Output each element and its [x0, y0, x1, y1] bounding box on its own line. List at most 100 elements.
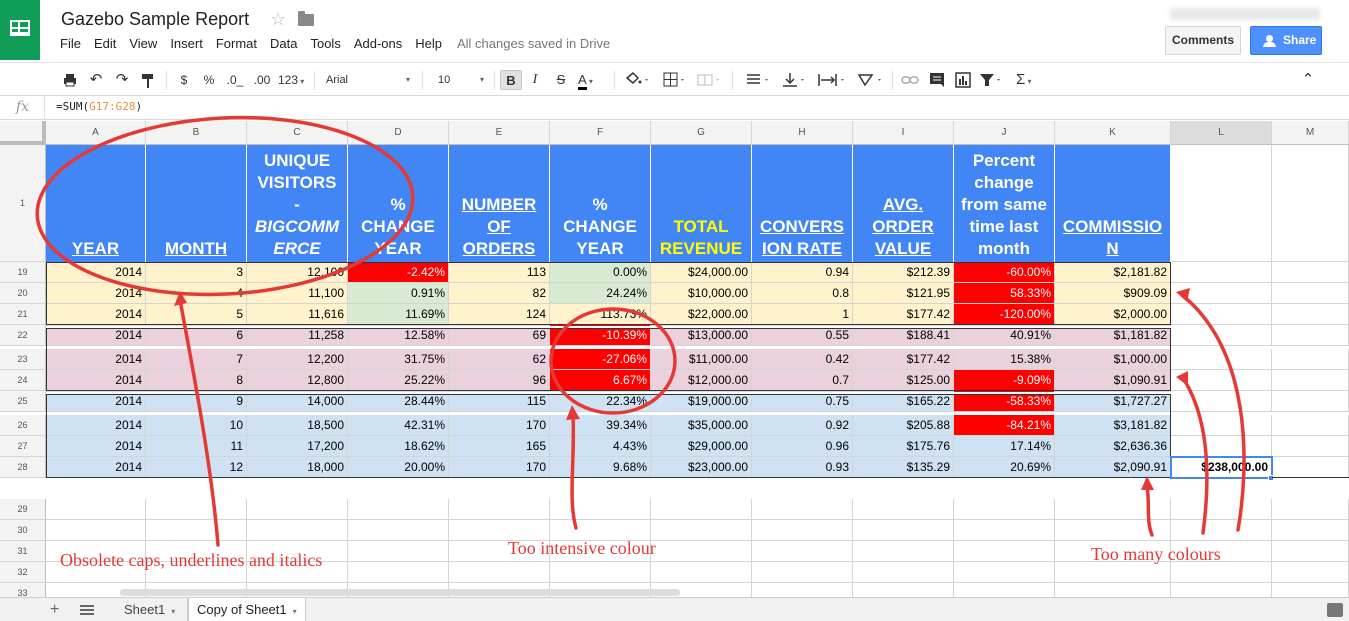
table-cell[interactable]: 2014	[46, 391, 146, 412]
table-cell[interactable]: $135.29	[853, 457, 954, 478]
sheet-tab-sheet1[interactable]: Sheet1 ▾	[116, 598, 188, 621]
header-cell-a[interactable]: YEAR	[46, 145, 146, 262]
table-cell[interactable]: -9.09%	[954, 370, 1055, 391]
borders-icon[interactable]	[662, 70, 688, 90]
row-header-27[interactable]: 27	[0, 436, 46, 457]
header-cell-b[interactable]: MONTH	[146, 145, 247, 262]
table-cell[interactable]: $188.41	[853, 325, 954, 346]
empty-cell[interactable]	[348, 541, 449, 562]
table-cell[interactable]: $1,000.00	[1055, 349, 1171, 370]
empty-cell[interactable]	[853, 520, 954, 541]
table-cell[interactable]: 22.34%	[550, 391, 651, 412]
table-cell[interactable]: 17.14%	[954, 436, 1055, 457]
column-header-i[interactable]: I	[853, 121, 954, 145]
table-cell[interactable]: 0.91%	[348, 283, 449, 304]
empty-cell[interactable]	[1171, 562, 1272, 583]
menu-addons[interactable]: Add-ons	[354, 36, 402, 54]
table-cell[interactable]: 0.42	[752, 349, 853, 370]
table-cell[interactable]: 82	[449, 283, 550, 304]
empty-cell[interactable]	[1272, 283, 1349, 304]
empty-cell[interactable]	[752, 541, 853, 562]
empty-cell[interactable]	[1055, 562, 1171, 583]
table-cell[interactable]: 0.00%	[550, 262, 651, 283]
table-cell[interactable]: 20.00%	[348, 457, 449, 478]
table-cell[interactable]: 4.43%	[550, 436, 651, 457]
formula-input[interactable]: =SUM(G17:G28)	[56, 100, 142, 113]
table-cell[interactable]: $11,000.00	[651, 349, 752, 370]
empty-cell[interactable]	[853, 541, 954, 562]
menu-data[interactable]: Data	[270, 36, 297, 54]
table-cell[interactable]: -58.33%	[954, 391, 1055, 412]
column-header-d[interactable]: D	[348, 121, 449, 145]
table-cell[interactable]: 96	[449, 370, 550, 391]
empty-cell[interactable]	[1055, 520, 1171, 541]
table-cell[interactable]: 31.75%	[348, 349, 449, 370]
table-cell[interactable]: $1,181.82	[1055, 325, 1171, 346]
table-cell[interactable]: $19,000.00	[651, 391, 752, 412]
empty-cell[interactable]	[247, 499, 348, 520]
menu-file[interactable]: File	[60, 36, 81, 54]
empty-cell[interactable]	[651, 541, 752, 562]
empty-cell[interactable]	[1171, 304, 1272, 325]
sheets-logo-icon[interactable]	[0, 0, 40, 60]
row-header-28[interactable]: 28	[0, 457, 46, 478]
table-cell[interactable]: $1,727.27	[1055, 391, 1171, 412]
table-cell[interactable]: 2014	[46, 283, 146, 304]
table-cell[interactable]: 2014	[46, 370, 146, 391]
table-cell[interactable]: 24.24%	[550, 283, 651, 304]
insert-chart-icon[interactable]	[954, 70, 972, 90]
table-cell[interactable]: 10	[146, 415, 247, 436]
empty-cell[interactable]	[348, 562, 449, 583]
table-cell[interactable]: 12,200	[247, 349, 348, 370]
fill-handle[interactable]	[1268, 475, 1274, 481]
table-cell[interactable]: 12,800	[247, 370, 348, 391]
table-cell[interactable]: 0.7	[752, 370, 853, 391]
empty-cell[interactable]	[1272, 499, 1349, 520]
row-header-21[interactable]: 21	[0, 304, 46, 325]
table-cell[interactable]: 2014	[46, 325, 146, 346]
merge-cells-icon[interactable]	[696, 70, 722, 90]
table-cell[interactable]: 0.75	[752, 391, 853, 412]
row-header-23[interactable]: 23	[0, 349, 46, 370]
table-cell[interactable]: 69	[449, 325, 550, 346]
empty-cell[interactable]	[1272, 457, 1349, 478]
empty-cell[interactable]	[348, 520, 449, 541]
table-cell[interactable]: 15.38%	[954, 349, 1055, 370]
redo-icon[interactable]: ↷	[114, 70, 130, 90]
table-cell[interactable]: -10.39%	[550, 325, 651, 346]
table-cell[interactable]: 18.62%	[348, 436, 449, 457]
row-header-30[interactable]: 30	[0, 520, 46, 541]
table-cell[interactable]: 11	[146, 436, 247, 457]
table-cell[interactable]: 5	[146, 304, 247, 325]
table-cell[interactable]: 20.69%	[954, 457, 1055, 478]
table-cell[interactable]: 12.58%	[348, 325, 449, 346]
header-cell-c[interactable]: UNIQUE VISITORS - BIGCOMM ERCE	[247, 145, 348, 262]
table-cell[interactable]: 14,000	[247, 391, 348, 412]
empty-cell[interactable]	[247, 520, 348, 541]
table-cell[interactable]: -2.42%	[348, 262, 449, 283]
column-header-j[interactable]: J	[954, 121, 1055, 145]
table-cell[interactable]: 62	[449, 349, 550, 370]
bold-button[interactable]: B	[500, 70, 522, 90]
header-cell-k[interactable]: COMMISSIO N	[1055, 145, 1171, 262]
menu-insert[interactable]: Insert	[170, 36, 203, 54]
table-cell[interactable]: 2014	[46, 304, 146, 325]
column-header-l[interactable]: L	[1171, 121, 1272, 145]
table-cell[interactable]: 2014	[46, 415, 146, 436]
empty-cell[interactable]	[1272, 145, 1349, 262]
table-cell[interactable]: $12,000.00	[651, 370, 752, 391]
folder-icon[interactable]	[298, 11, 314, 26]
row-header-32[interactable]: 32	[0, 562, 46, 583]
menu-format[interactable]: Format	[216, 36, 257, 54]
empty-cell[interactable]	[1171, 436, 1272, 457]
table-cell[interactable]: 3	[146, 262, 247, 283]
table-cell[interactable]: $909.09	[1055, 283, 1171, 304]
table-cell[interactable]: 4	[146, 283, 247, 304]
text-rotation-icon[interactable]	[856, 70, 886, 90]
header-cell-d[interactable]: % CHANGE YEAR	[348, 145, 449, 262]
table-cell[interactable]: 42.31%	[348, 415, 449, 436]
empty-cell[interactable]	[954, 499, 1055, 520]
empty-cell[interactable]	[1272, 541, 1349, 562]
font-family-select[interactable]: Arial ▾	[326, 70, 410, 90]
table-cell[interactable]: 11.69%	[348, 304, 449, 325]
